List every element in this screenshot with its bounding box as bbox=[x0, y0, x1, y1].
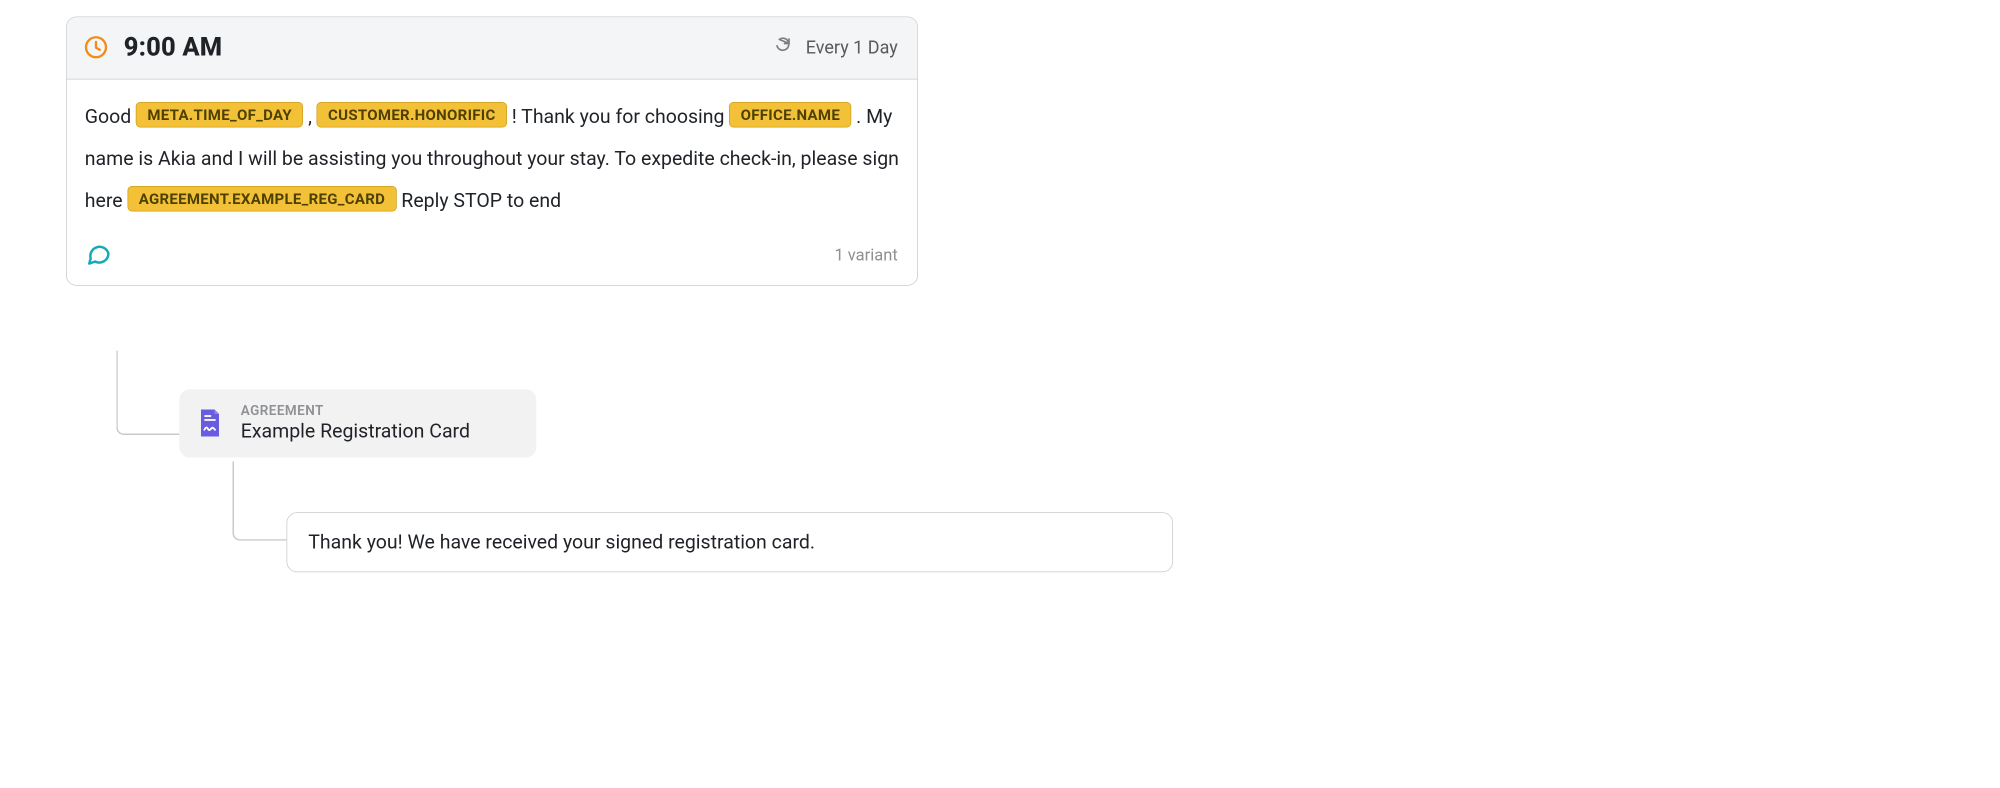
chat-icon[interactable] bbox=[85, 240, 112, 270]
agreement-title: Example Registration Card bbox=[241, 420, 470, 443]
scheduled-time: 9:00 AM bbox=[124, 32, 223, 62]
connector-line bbox=[233, 461, 293, 541]
merge-tag-agreement[interactable]: AGREEMENT.EXAMPLE_REG_CARD bbox=[127, 186, 396, 212]
recurrence-icon bbox=[774, 36, 792, 59]
merge-tag-office-name[interactable]: OFFICE.NAME bbox=[729, 102, 851, 128]
body-text: , bbox=[308, 106, 317, 129]
clock-icon bbox=[83, 35, 109, 61]
reply-message-card[interactable]: Thank you! We have received your signed … bbox=[287, 512, 1174, 572]
body-text: ! Thank you for choosing bbox=[512, 106, 730, 129]
agreement-label: AGREEMENT bbox=[241, 403, 470, 419]
merge-tag-honorific[interactable]: CUSTOMER.HONORIFIC bbox=[317, 102, 507, 128]
recurrence-label: Every 1 Day bbox=[806, 37, 898, 58]
document-icon bbox=[196, 407, 225, 439]
variants-count[interactable]: 1 variant bbox=[834, 246, 897, 265]
merge-tag-time-of-day[interactable]: META.TIME_OF_DAY bbox=[136, 102, 303, 128]
body-text: Good bbox=[85, 106, 136, 129]
reply-body-text: Thank you! We have received your signed … bbox=[308, 531, 815, 554]
agreement-node[interactable]: AGREEMENT Example Registration Card bbox=[179, 389, 536, 457]
message-card-header: 9:00 AM Every 1 Day bbox=[67, 17, 918, 79]
message-card[interactable]: 9:00 AM Every 1 Day Good META.TIME_OF_DA… bbox=[66, 17, 918, 286]
message-body[interactable]: Good META.TIME_OF_DAY , CUSTOMER.HONORIF… bbox=[67, 80, 918, 238]
body-text: Reply STOP to end bbox=[401, 190, 561, 213]
